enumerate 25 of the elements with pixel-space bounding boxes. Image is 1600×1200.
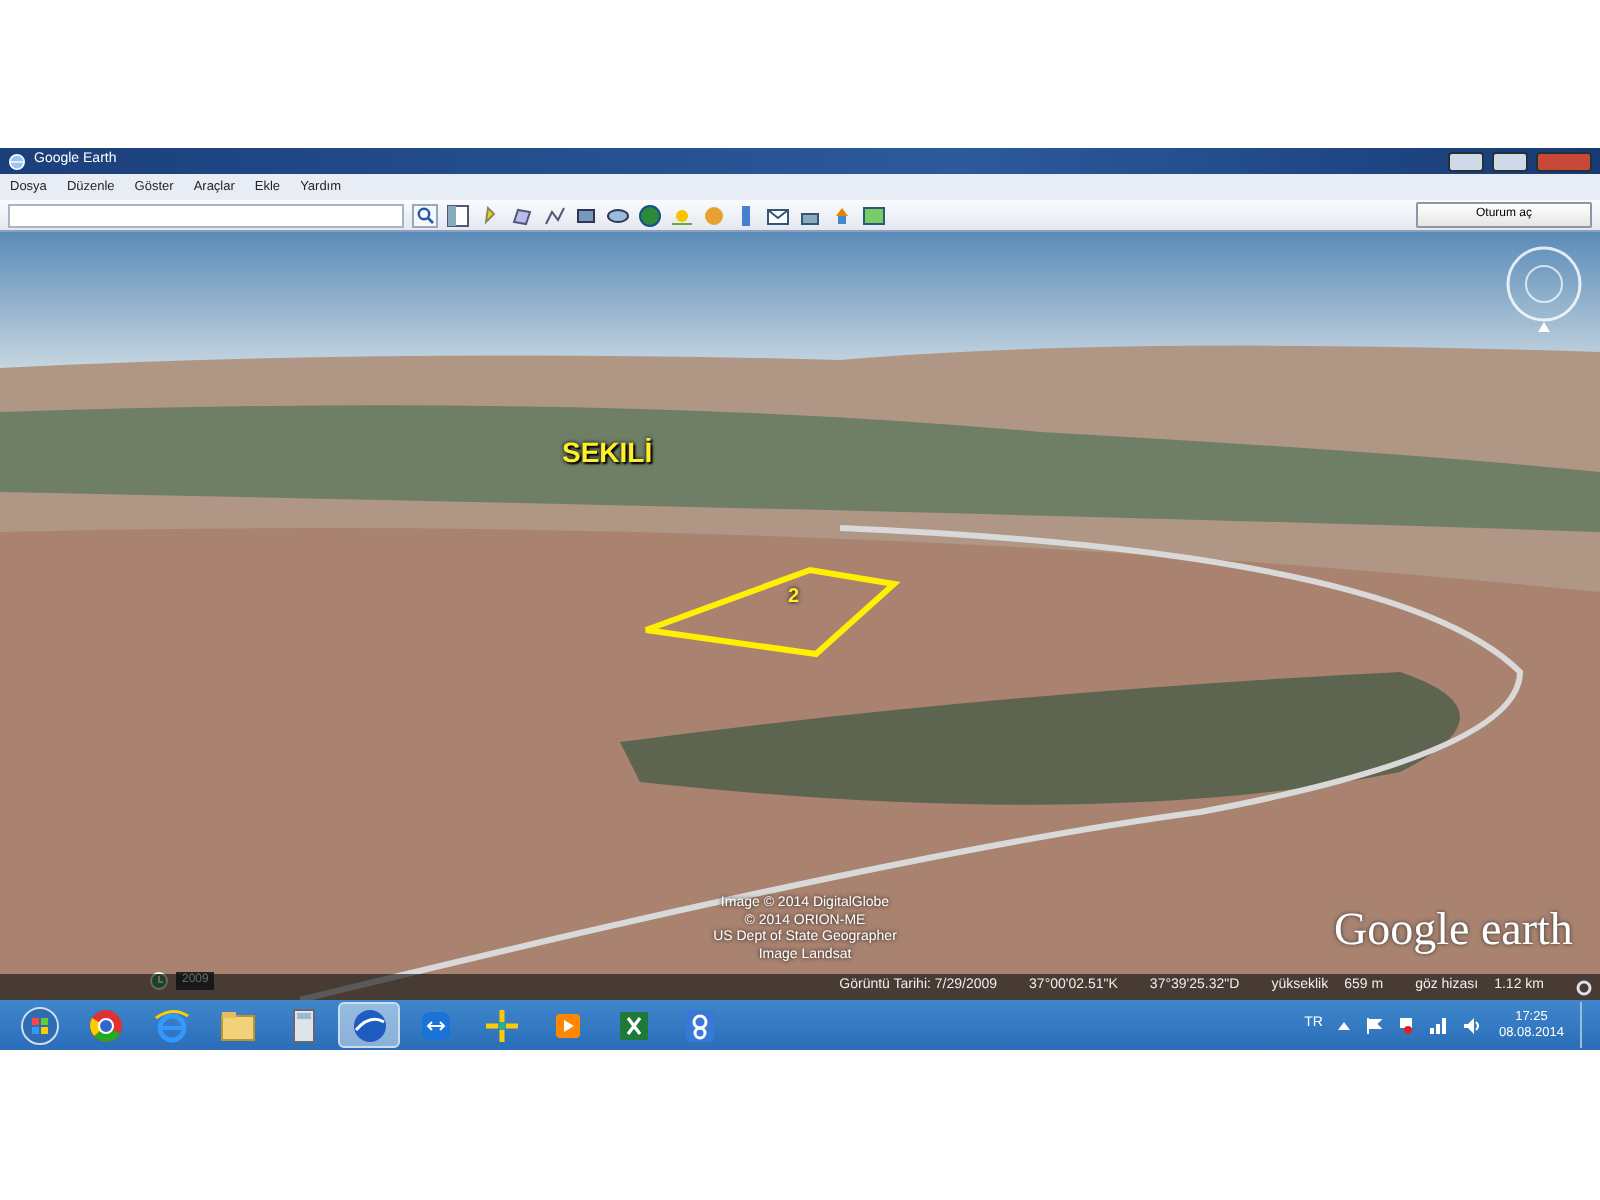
maximize-button[interactable] — [1492, 151, 1528, 171]
signal-icon[interactable] — [1430, 1017, 1449, 1033]
sidebar-icon[interactable] — [446, 203, 470, 227]
loading-ring-icon — [1576, 979, 1592, 995]
flag-icon[interactable] — [1366, 1017, 1383, 1033]
browser-icon — [85, 1005, 125, 1045]
clock-icon[interactable] — [150, 972, 168, 990]
path-icon[interactable] — [542, 203, 566, 227]
converging-arrows-icon — [481, 1005, 521, 1045]
globe-icon — [349, 1005, 389, 1045]
email-icon[interactable] — [766, 203, 790, 227]
start-orb-icon — [19, 1005, 59, 1045]
search-field[interactable] — [8, 203, 404, 227]
polygon-label: 2 — [788, 584, 800, 612]
taskbar-button[interactable] — [338, 1002, 400, 1048]
caret-icon[interactable] — [1338, 1019, 1351, 1031]
speaker-icon[interactable] — [1464, 1017, 1483, 1033]
app-globe-icon — [8, 153, 26, 169]
minimize-button[interactable] — [1448, 151, 1484, 171]
browser-e-icon — [151, 1005, 191, 1045]
search-icon[interactable] — [412, 203, 438, 227]
placemark-label: SEKILİ — [562, 434, 653, 472]
upload-icon[interactable] — [830, 203, 854, 227]
globe-icon[interactable] — [638, 203, 662, 227]
logo-text: Google earth — [1334, 904, 1573, 956]
